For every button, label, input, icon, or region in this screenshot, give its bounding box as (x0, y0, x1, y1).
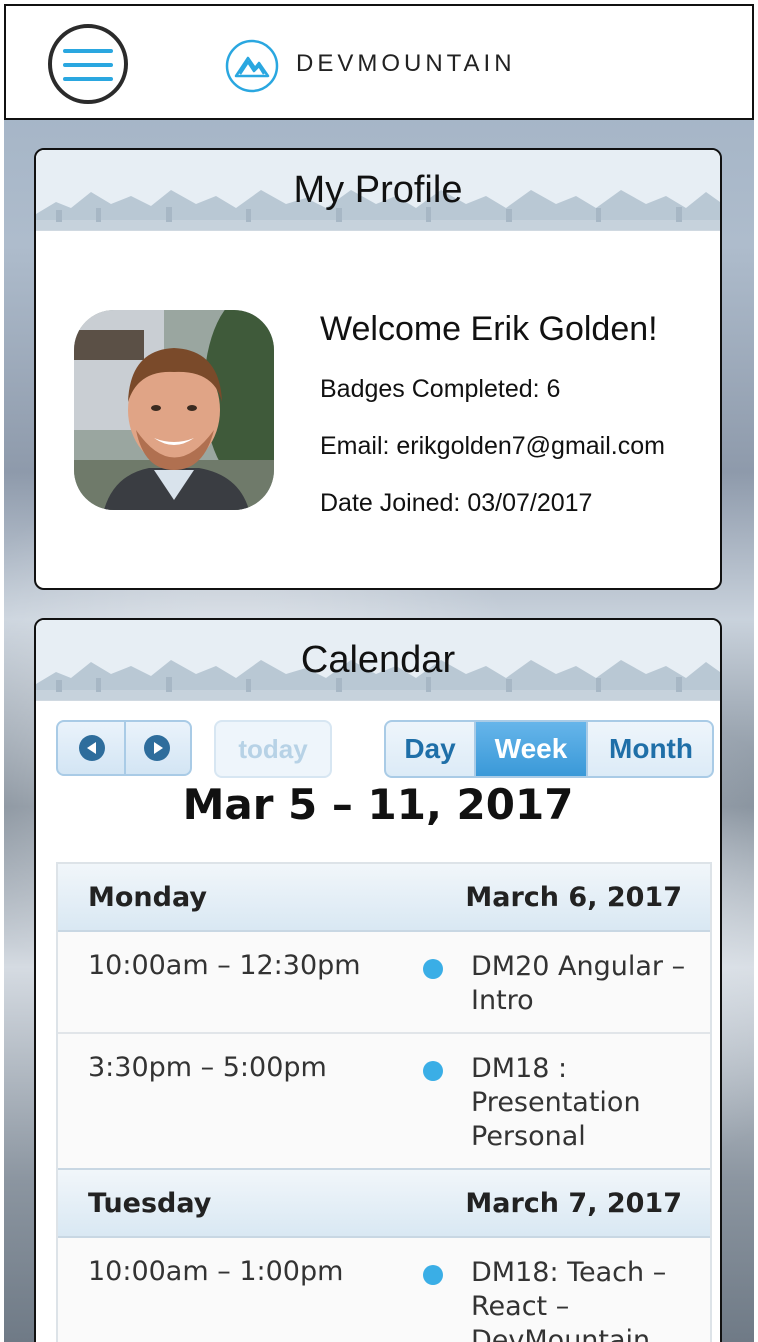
week-view-button[interactable]: Week (476, 722, 586, 776)
day-header-tuesday: Tuesday March 7, 2017 (58, 1170, 710, 1238)
event-item[interactable]: 3:30pm – 5:00pm DM18 : Presentation Pers… (58, 1034, 710, 1170)
prev-next-group (56, 720, 192, 776)
profile-card: My Profile Welcome Erik Golden! Badges C… (34, 148, 722, 590)
event-dot-icon (423, 959, 443, 979)
calendar-card-title: Calendar (300, 639, 456, 681)
event-title: DM18 : Presentation Personal (471, 1053, 641, 1152)
badges-completed: Badges Completed: 6 (320, 375, 561, 403)
event-title: DM20 Angular – Intro (471, 951, 686, 1016)
profile-card-title: My Profile (293, 169, 463, 211)
event-time: 3:30pm – 5:00pm (88, 1052, 327, 1083)
profile-card-header: My Profile (36, 150, 720, 231)
day-name: Monday (88, 882, 207, 913)
top-navbar: DEVMOUNTAIN (4, 4, 754, 120)
avatar (74, 310, 274, 510)
chevron-right-icon[interactable] (144, 735, 170, 761)
brand-name[interactable]: DEVMOUNTAIN (296, 50, 516, 78)
date-range-title: Mar 5 – 11, 2017 (182, 780, 574, 829)
app-frame: DEVMOUNTAIN My Profile Welcome Erik Gold… (4, 4, 754, 1342)
day-date: March 7, 2017 (465, 1188, 682, 1219)
mountain-logo-icon[interactable] (224, 38, 280, 94)
chevron-left-icon[interactable] (79, 735, 105, 761)
event-dot-icon (423, 1265, 443, 1285)
nav-divider (124, 722, 126, 774)
month-view-button[interactable]: Month (586, 722, 712, 776)
day-header-monday: Monday March 6, 2017 (58, 864, 710, 932)
welcome-heading: Welcome Erik Golden! (320, 310, 658, 348)
agenda-list: Monday March 6, 2017 10:00am – 12:30pm D… (56, 862, 712, 1342)
day-date: March 6, 2017 (465, 882, 682, 913)
event-time: 10:00am – 1:00pm (88, 1256, 344, 1287)
today-button[interactable]: today (214, 720, 332, 778)
event-dot-icon (423, 1061, 443, 1081)
day-name: Tuesday (88, 1188, 212, 1219)
day-view-button[interactable]: Day (386, 722, 476, 776)
profile-info: Welcome Erik Golden! Badges Completed: 6… (320, 310, 665, 546)
event-item[interactable]: 10:00am – 1:00pm DM18: Teach – React – D… (58, 1238, 710, 1342)
hamburger-menu-icon[interactable] (48, 24, 128, 104)
view-switcher: Day Week Month (384, 720, 714, 778)
calendar-card: Calendar today Day Week Month Mar 5 – 11… (34, 618, 722, 1342)
email-text: Email: erikgolden7@gmail.com (320, 432, 665, 460)
date-joined: Date Joined: 03/07/2017 (320, 489, 593, 517)
event-time: 10:00am – 12:30pm (88, 950, 361, 981)
event-item[interactable]: 10:00am – 12:30pm DM20 Angular – Intro (58, 932, 710, 1034)
event-title: DM18: Teach – React – DevMountain (471, 1257, 667, 1342)
calendar-card-header: Calendar (36, 620, 720, 701)
